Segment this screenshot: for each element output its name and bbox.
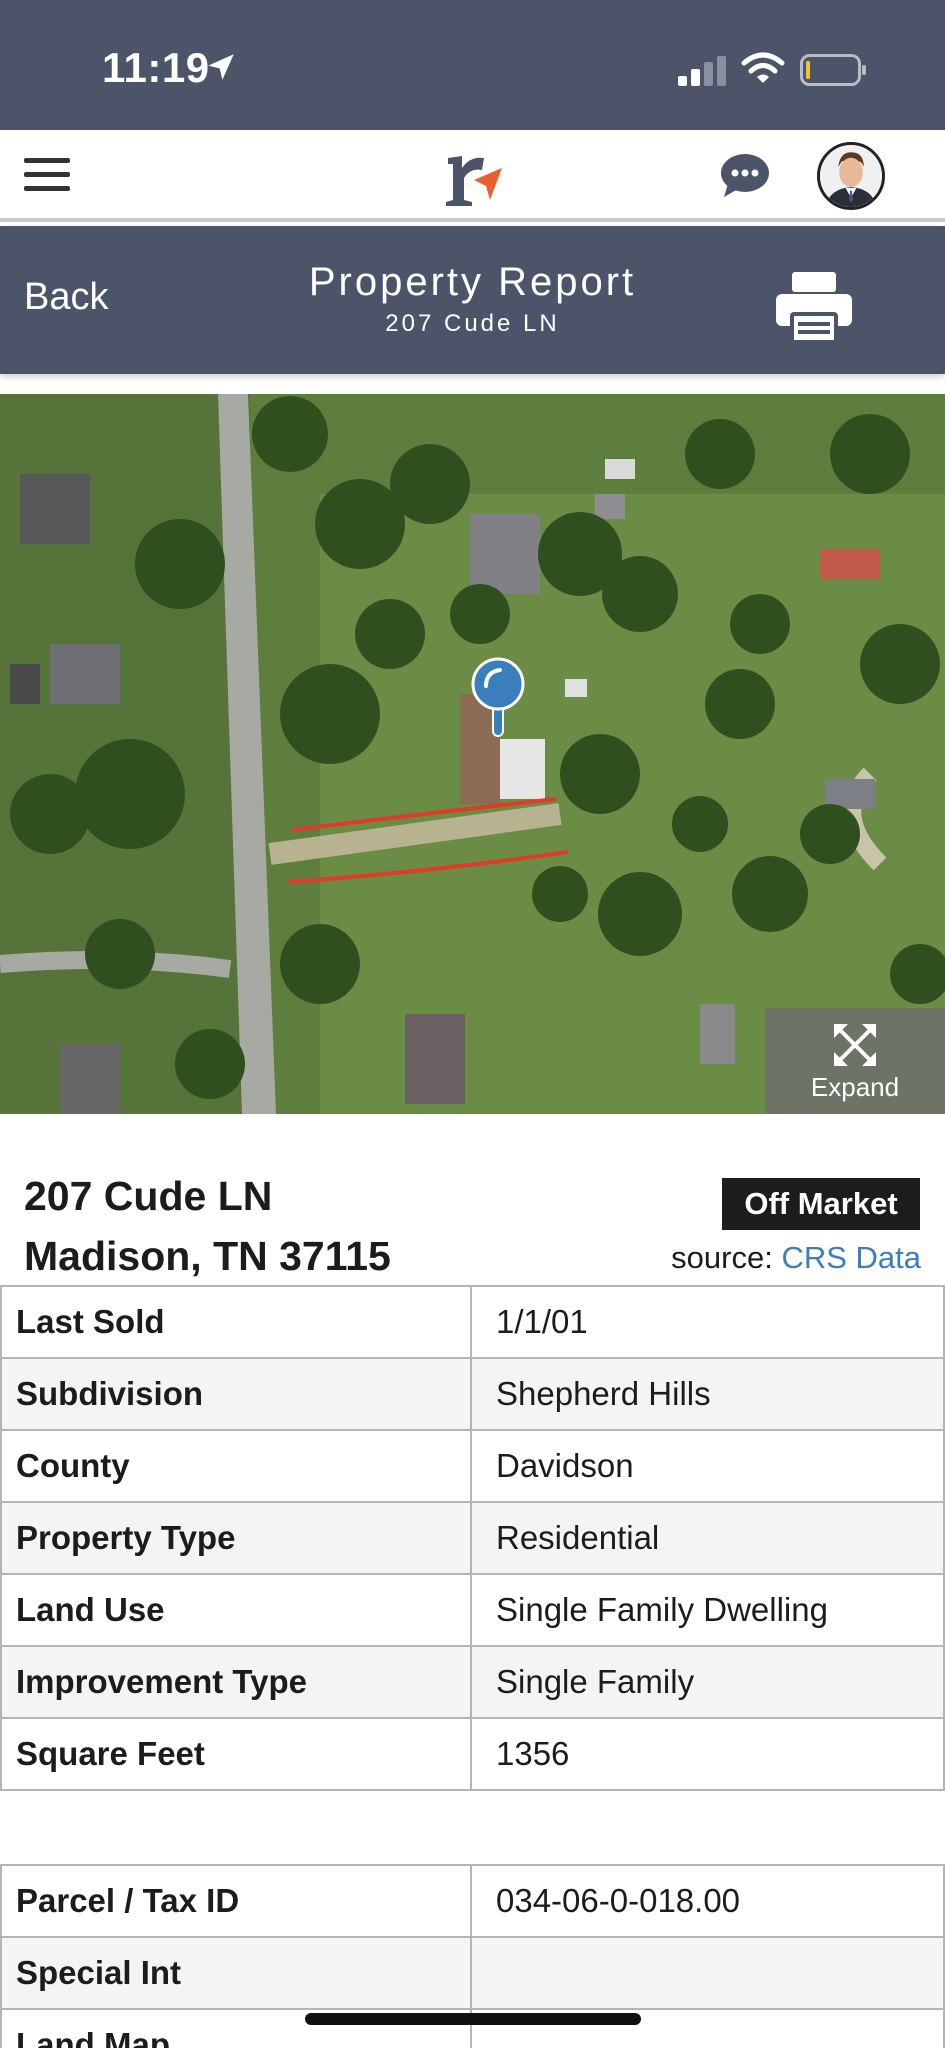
row-label: County [0, 1429, 472, 1503]
chat-icon[interactable] [720, 152, 770, 198]
address-line2: Madison, TN 37115 [24, 1233, 391, 1279]
table-row: Property Type Residential [0, 1501, 945, 1575]
row-label: Last Sold [0, 1285, 472, 1359]
report-header: Back Property Report 207 Cude LN [0, 226, 945, 374]
table-row: Special Int [0, 1936, 945, 2010]
row-value: 1356 [470, 1717, 945, 1791]
source-link[interactable]: CRS Data [781, 1240, 921, 1275]
row-label: Land Use [0, 1573, 472, 1647]
avatar-image [820, 145, 882, 207]
row-label: Special Int [0, 1936, 472, 2010]
property-details-table: Last Sold 1/1/01 Subdivision Shepherd Hi… [0, 1285, 945, 1791]
map-imagery [0, 394, 945, 1114]
source-line: source: CRS Data [671, 1240, 921, 1276]
expand-label: Expand [810, 1072, 900, 1102]
source-prefix: source: [671, 1240, 782, 1275]
status-badge: Off Market [722, 1178, 920, 1230]
table-row: Square Feet 1356 [0, 1717, 945, 1791]
app-header [0, 130, 945, 222]
wifi-icon [741, 52, 785, 83]
row-label: Improvement Type [0, 1645, 472, 1719]
table-row: Parcel / Tax ID 034-06-0-018.00 [0, 1864, 945, 1938]
satellite-map[interactable]: Expand [0, 394, 945, 1114]
battery-icon [800, 54, 866, 86]
row-value: Single Family [470, 1645, 945, 1719]
address-line1: 207 Cude LN [24, 1173, 273, 1219]
row-value: 034-06-0-018.00 [470, 1864, 945, 1938]
row-label: Parcel / Tax ID [0, 1864, 472, 1938]
table-row: Land Use Single Family Dwelling [0, 1573, 945, 1647]
row-value: Shepherd Hills [470, 1357, 945, 1431]
status-bar: 11:19 [0, 0, 945, 130]
menu-icon[interactable] [24, 156, 70, 194]
row-label: Square Feet [0, 1717, 472, 1791]
table-row: County Davidson [0, 1429, 945, 1503]
printer-icon[interactable] [776, 270, 852, 344]
row-value [470, 1936, 945, 2010]
table-row: Subdivision Shepherd Hills [0, 1357, 945, 1431]
expand-button[interactable]: Expand [765, 1008, 945, 1114]
status-time: 11:19 [102, 44, 210, 91]
row-value: Single Family Dwelling [470, 1573, 945, 1647]
property-address: 207 Cude LN Madison, TN 37115 [24, 1166, 391, 1286]
row-value: Residential [470, 1501, 945, 1575]
logo [446, 156, 502, 206]
row-label: Subdivision [0, 1357, 472, 1431]
expand-arrows-icon [834, 1024, 876, 1066]
row-value: Davidson [470, 1429, 945, 1503]
table-row: Last Sold 1/1/01 [0, 1285, 945, 1359]
home-indicator[interactable] [305, 2013, 641, 2025]
row-value: 1/1/01 [470, 1285, 945, 1359]
avatar[interactable] [817, 142, 885, 210]
location-arrow-icon [208, 54, 234, 80]
row-label: Property Type [0, 1501, 472, 1575]
table-row: Improvement Type Single Family [0, 1645, 945, 1719]
signal-icon [678, 56, 726, 86]
